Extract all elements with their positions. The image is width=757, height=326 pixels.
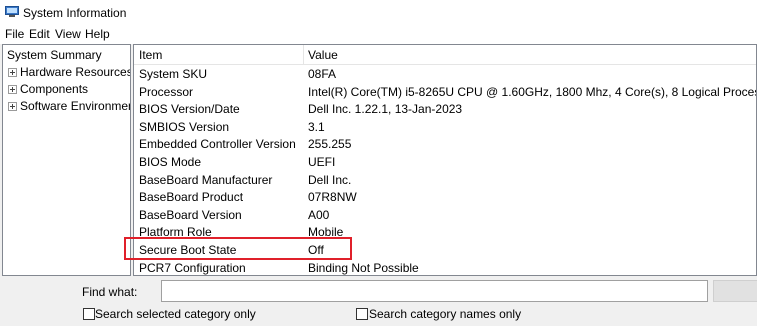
item-cell: SMBIOS Version [139, 119, 230, 134]
tree-item-hardware-resources[interactable]: Hardware Resources [3, 64, 130, 80]
value-cell: A00 [308, 207, 330, 222]
details-list[interactable]: Item Value System SKU 08FA Processor Int… [133, 44, 757, 276]
category-tree[interactable]: System Summary Hardware Resources Compon… [2, 44, 131, 276]
item-cell: BIOS Version/Date [139, 102, 240, 117]
window-title: System Information [23, 6, 127, 20]
table-row[interactable]: BaseBoard Manufacturer Dell Inc. [134, 172, 756, 190]
value-cell: Dell Inc. 1.22.1, 13-Jan-2023 [308, 102, 463, 117]
table-row[interactable]: SMBIOS Version 3.1 [134, 119, 756, 137]
list-header: Item Value [134, 45, 756, 65]
value-cell: Binding Not Possible [308, 260, 419, 275]
table-row[interactable]: Secure Boot State Off [134, 242, 756, 260]
find-panel: Find what: Search selected category only… [0, 276, 757, 326]
table-row[interactable]: Embedded Controller Version 255.255 [134, 136, 756, 154]
column-header-value[interactable]: Value [303, 45, 338, 65]
value-cell: Dell Inc. [308, 172, 352, 187]
menu-file[interactable]: File [5, 27, 24, 41]
item-cell: BaseBoard Product [139, 190, 244, 205]
value-cell: 07R8NW [308, 190, 357, 205]
menu-bar: File Edit View Help [0, 24, 757, 44]
title-bar: System Information [0, 0, 757, 24]
tree-item-label: Components [20, 82, 89, 96]
menu-help[interactable]: Help [85, 27, 110, 41]
value-cell: Off [308, 243, 324, 257]
tree-item-system-summary[interactable]: System Summary [5, 47, 104, 63]
value-cell: Mobile [308, 225, 344, 240]
find-label: Find what: [82, 285, 138, 299]
value-cell: 08FA [308, 67, 337, 81]
menu-view[interactable]: View [55, 27, 81, 41]
tree-item-label: Software Environment [20, 99, 131, 113]
table-row[interactable]: BaseBoard Version A00 [134, 207, 756, 225]
search-names-checkbox[interactable] [356, 308, 368, 320]
value-cell: UEFI [308, 155, 336, 169]
item-cell: Embedded Controller Version [139, 137, 296, 152]
item-cell: System SKU [139, 67, 208, 81]
column-header-item[interactable]: Item [134, 45, 162, 65]
expand-icon[interactable] [8, 102, 17, 111]
table-row[interactable]: BIOS Mode UEFI [134, 154, 756, 172]
search-selected-checkbox[interactable] [83, 308, 95, 320]
tree-item-label: Hardware Resources [20, 65, 131, 79]
item-cell: BaseBoard Version [139, 207, 242, 222]
value-cell: 3.1 [308, 119, 325, 134]
table-row[interactable]: PCR7 Configuration Binding Not Possible [134, 260, 756, 275]
item-cell: BIOS Mode [139, 155, 202, 169]
search-names-label[interactable]: Search category names only [369, 307, 521, 321]
item-cell: Secure Boot State [139, 243, 237, 257]
search-selected-label[interactable]: Search selected category only [95, 307, 256, 321]
item-cell: Processor [139, 84, 194, 99]
value-cell: Intel(R) Core(TM) i5-8265U CPU @ 1.60GHz… [308, 84, 757, 99]
table-row[interactable]: System SKU 08FA [134, 66, 756, 84]
table-row[interactable]: Processor Intel(R) Core(TM) i5-8265U CPU… [134, 84, 757, 102]
find-button[interactable] [713, 280, 757, 302]
tree-item-components[interactable]: Components [3, 81, 130, 97]
expand-icon[interactable] [8, 68, 17, 77]
value-cell: 255.255 [308, 137, 352, 152]
table-row[interactable]: Platform Role Mobile [134, 224, 756, 242]
expand-icon[interactable] [8, 85, 17, 94]
item-cell: BaseBoard Manufacturer [139, 172, 273, 187]
table-row[interactable]: BaseBoard Product 07R8NW [134, 189, 756, 207]
item-cell: Platform Role [139, 225, 212, 240]
find-input[interactable] [161, 280, 708, 302]
tree-item-software-environment[interactable]: Software Environment [3, 98, 130, 114]
item-cell: PCR7 Configuration [139, 260, 246, 275]
system-information-icon [5, 6, 19, 17]
menu-edit[interactable]: Edit [29, 27, 50, 41]
table-row[interactable]: BIOS Version/Date Dell Inc. 1.22.1, 13-J… [134, 101, 756, 119]
